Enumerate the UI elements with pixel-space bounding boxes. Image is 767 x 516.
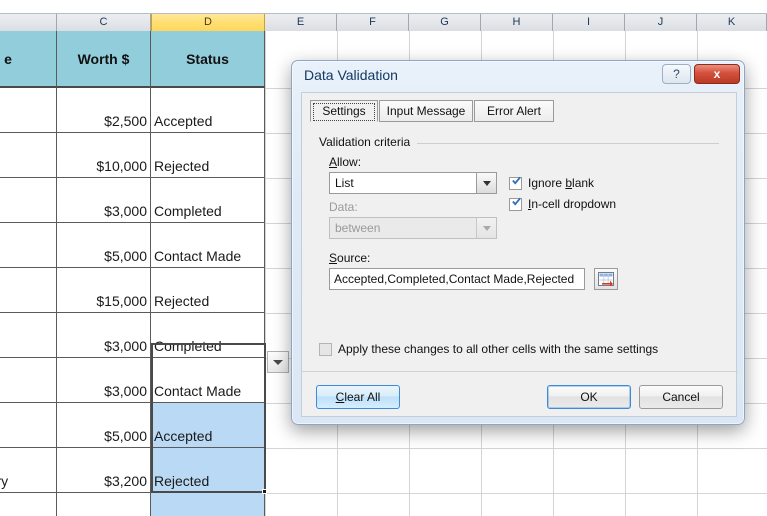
gridline-v-e [265,31,266,516]
column-header-e[interactable]: E [265,14,337,31]
dialog-body: Settings Input Message Error Alert Valid… [301,92,738,417]
cell-b-2[interactable] [0,133,57,178]
allow-select[interactable]: List [329,172,497,194]
cell-worth-2[interactable]: $10,000 [57,133,151,178]
column-header-c[interactable]: C [57,14,151,31]
cell-worth-8[interactable]: $5,000 [57,403,151,448]
allow-label: Allow: [329,155,362,169]
column-header-h[interactable]: H [481,14,553,31]
cell-status-1[interactable]: Accepted [151,88,265,133]
cell-status-5[interactable]: Rejected [151,268,265,313]
close-icon[interactable]: x [694,64,740,84]
chevron-down-icon [273,359,283,365]
column-header-g[interactable]: G [409,14,481,31]
allow-value: List [335,176,354,190]
check-icon [512,176,521,185]
column-header-i[interactable]: I [553,14,625,31]
tab-error-alert[interactable]: Error Alert [474,100,554,122]
checkbox-box [509,197,522,211]
cell-b-5[interactable] [0,268,57,313]
column-header-d[interactable]: D [151,14,265,31]
data-value: between [335,221,381,235]
cell-status-6[interactable]: Completed [151,313,265,358]
cancel-button[interactable]: Cancel [639,385,723,409]
cell-worth-7[interactable]: $3,000 [57,358,151,403]
excel-data-validation-screen: C D E F G H I J K e Worth $ Status $2,50… [0,0,767,516]
selection-fill-handle[interactable] [262,489,267,494]
validation-criteria-label: Validation criteria [319,135,416,149]
cell-status-4[interactable]: Contact Made [151,223,265,268]
table-header-worth: Worth $ [57,31,151,88]
column-header-f[interactable]: F [337,14,409,31]
tab-settings[interactable]: Settings [310,100,378,122]
column-header-b[interactable] [0,14,57,31]
cell-b-1[interactable] [0,88,57,133]
dialog-titlebar[interactable]: Data Validation ? x [292,61,744,91]
cell-worth-5[interactable]: $15,000 [57,268,151,313]
cell-b-8[interactable]: r [0,403,57,448]
cell-status-2[interactable]: Rejected [151,133,265,178]
tab-input-message[interactable]: Input Message [379,100,473,122]
check-icon [512,197,521,206]
cell-b-3[interactable] [0,178,57,223]
cell-status-10[interactable]: Contact Made [151,493,265,516]
cell-status-8[interactable]: Accepted [151,403,265,448]
cell-worth-1[interactable]: $2,500 [57,88,151,133]
focus-ring [313,103,375,121]
gridline-h-9 [265,448,767,449]
button-bar-divider [302,371,738,372]
ignore-blank-label: Ignore blank [528,176,595,190]
ok-button[interactable]: OK [547,385,631,409]
cell-b-6[interactable] [0,313,57,358]
table-header-b: e [0,31,57,88]
in-cell-dropdown-icon[interactable] [267,351,289,373]
in-cell-dropdown-label: In-cell dropdown [528,197,617,211]
clear-all-button[interactable]: Clear All [316,385,400,409]
cell-status-7[interactable]: Contact Made [151,358,265,403]
range-picker-glyph [598,272,614,286]
cell-b-4[interactable] [0,223,57,268]
checkbox-box [319,343,332,356]
column-header-j[interactable]: J [625,14,697,31]
cell-worth-6[interactable]: $3,000 [57,313,151,358]
apply-all-label: Apply these changes to all other cells w… [338,342,659,356]
cell-b-9[interactable]: chinery [0,448,57,493]
data-validation-dialog: Data Validation ? x Settings Input Messa… [291,60,745,425]
gridline-h-10 [265,493,767,494]
allow-label-rest: llow: [337,155,362,169]
cell-status-9[interactable]: Rejected [151,448,265,493]
source-label: Source: [329,251,371,265]
cell-worth-4[interactable]: $5,000 [57,223,151,268]
group-divider [417,143,719,144]
cell-worth-9[interactable]: $3,200 [57,448,151,493]
formula-bar-edge [0,0,767,14]
data-dropdown-arrow-icon [476,218,496,238]
range-select-icon[interactable] [594,268,618,290]
help-button[interactable]: ? [662,64,691,84]
dialog-title: Data Validation [304,67,398,83]
cell-b-10[interactable] [0,493,57,516]
table-header-status: Status [151,31,265,88]
cell-b-7[interactable] [0,358,57,403]
column-header-k[interactable]: K [697,14,767,31]
cell-worth-10[interactable]: $6,000 [57,493,151,516]
cell-worth-3[interactable]: $3,000 [57,178,151,223]
data-label: Data: [329,200,358,214]
checkbox-box [509,176,522,190]
allow-dropdown-arrow-icon[interactable] [476,173,496,193]
cell-status-3[interactable]: Completed [151,178,265,223]
data-select: between [329,217,497,239]
source-input[interactable]: Accepted,Completed,Contact Made,Rejected [329,268,585,290]
